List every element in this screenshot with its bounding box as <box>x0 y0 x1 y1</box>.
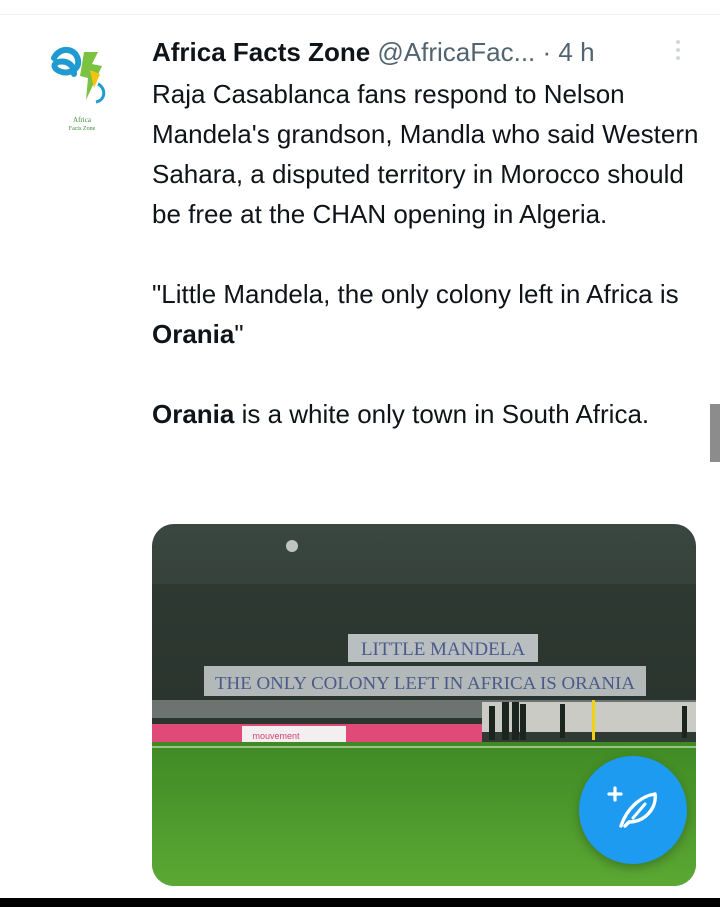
tweet-time[interactable]: 4 h <box>558 37 594 67</box>
more-options-icon[interactable] <box>674 40 682 64</box>
svg-text:mouvement: mouvement <box>252 731 300 741</box>
africa-facts-zone-logo <box>51 47 106 104</box>
orania-description: is a white only town in South Africa. <box>234 399 650 429</box>
tweet-paragraph-2: "Little Mandela, the only colony left in… <box>152 274 700 354</box>
quote-bold-word: Orania <box>152 319 235 349</box>
avatar[interactable]: Africa Facts Zone <box>46 44 118 134</box>
compose-feather-icon <box>607 786 657 828</box>
scrollbar-thumb[interactable] <box>710 404 720 462</box>
tweet-paragraph-3: Orania is a white only town in South Afr… <box>152 394 700 434</box>
tweet-paragraph-1: Raja Casablanca fans respond to Nelson M… <box>152 79 699 229</box>
quote-close: " <box>234 319 244 349</box>
quote-text: "Little Mandela, the only colony left in… <box>152 279 679 309</box>
author-handle[interactable]: @AfricaFac... <box>377 37 535 67</box>
avatar-label-line-1: Africa <box>73 116 92 124</box>
top-divider <box>0 14 720 15</box>
avatar-label-line-2: Facts Zone <box>69 126 96 132</box>
svg-text:THE ONLY COLONY LEFT IN AFRICA: THE ONLY COLONY LEFT IN AFRICA IS ORANIA <box>215 673 635 693</box>
banner-only-colony: THE ONLY COLONY LEFT IN AFRICA IS ORANIA <box>204 666 646 696</box>
compose-tweet-button[interactable] <box>579 756 687 864</box>
tweet-body: Raja Casablanca fans respond to Nelson M… <box>152 74 700 434</box>
banner-little-mandela: LITTLE MANDELA <box>348 634 538 662</box>
author-name[interactable]: Africa Facts Zone <box>152 37 370 67</box>
orania-bold-word: Orania <box>152 399 235 429</box>
header-separator: · <box>542 37 552 67</box>
bottom-edge-bar <box>0 898 720 907</box>
ad-board: mouvement <box>152 724 482 744</box>
svg-text:LITTLE MANDELA: LITTLE MANDELA <box>361 639 525 660</box>
tweet-header: Africa Facts Zone @AfricaFac... · 4 h <box>152 36 595 68</box>
